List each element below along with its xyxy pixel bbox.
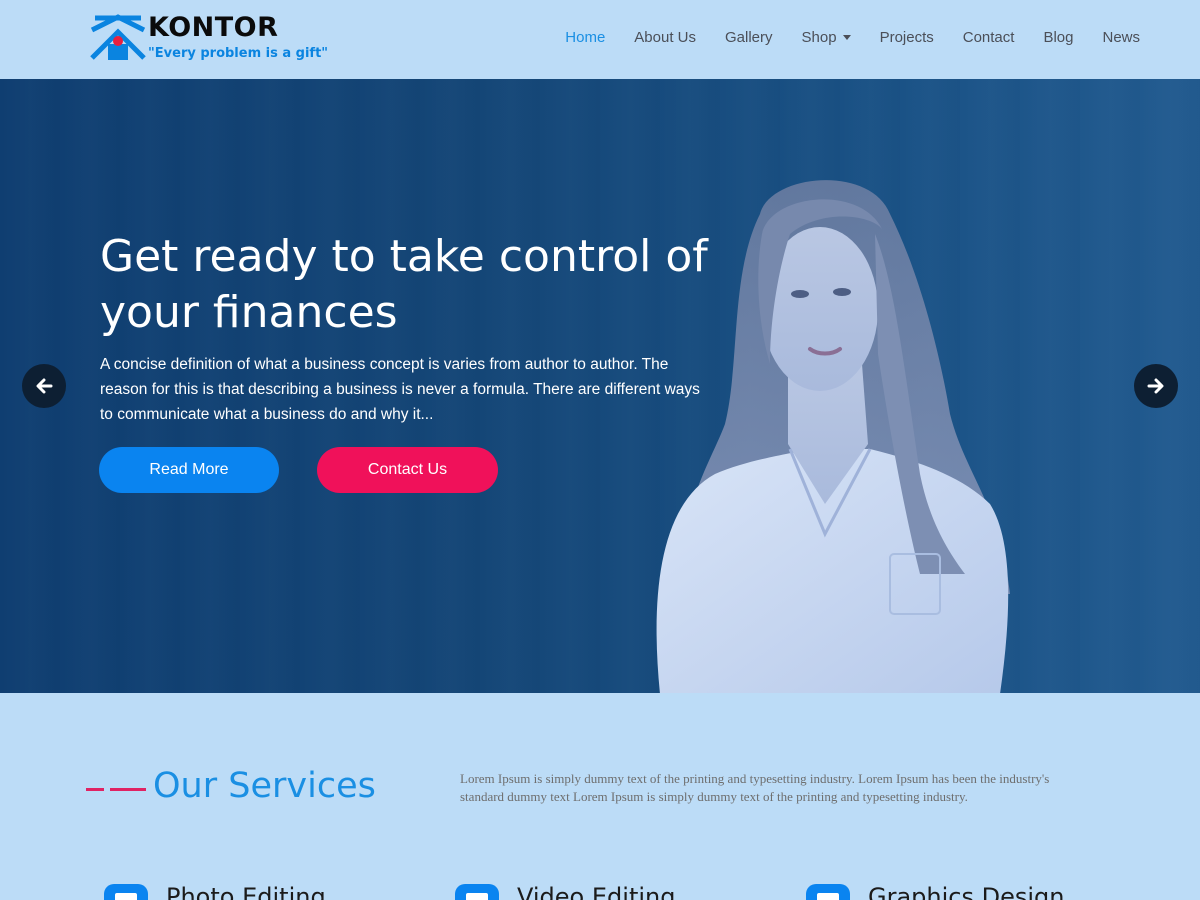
nav-shop-label: Shop xyxy=(801,29,837,46)
service-label: Video Editing xyxy=(517,883,676,900)
chevron-down-icon xyxy=(842,35,851,40)
nav-shop[interactable]: Shop xyxy=(802,29,851,46)
nav-news[interactable]: News xyxy=(1102,29,1140,46)
section-dash-decoration xyxy=(86,788,146,791)
nav-blog[interactable]: Blog xyxy=(1043,29,1073,46)
service-label: Graphics Design xyxy=(868,883,1065,900)
service-label: Photo Editing xyxy=(166,883,326,900)
video-icon xyxy=(455,884,499,900)
logo-house-icon xyxy=(90,14,146,60)
brand-name: KONTOR xyxy=(148,12,279,43)
nav-projects[interactable]: Projects xyxy=(880,29,934,46)
arrow-left-icon xyxy=(36,378,53,394)
service-video-editing[interactable]: Video Editing xyxy=(455,884,675,900)
hero-description: A concise definition of what a business … xyxy=(100,356,700,423)
hero-title: Get ready to take control of your financ… xyxy=(100,231,708,338)
service-photo-editing[interactable]: Photo Editing xyxy=(104,884,326,900)
slider-next-button[interactable] xyxy=(1134,364,1178,408)
design-icon xyxy=(806,884,850,900)
service-graphics-design[interactable]: Graphics Design xyxy=(806,884,1064,900)
brand-tagline: "Every problem is a gift" xyxy=(148,46,329,61)
nav-contact[interactable]: Contact xyxy=(963,29,1015,46)
photo-icon xyxy=(104,884,148,900)
site-logo[interactable]: KONTOR "Every problem is a gift" xyxy=(90,12,330,68)
slider-prev-button[interactable] xyxy=(22,364,66,408)
main-navigation: Home About Us Gallery Shop Projects Cont… xyxy=(536,29,1140,46)
site-header: KONTOR "Every problem is a gift" Home Ab… xyxy=(0,0,1200,79)
nav-gallery[interactable]: Gallery xyxy=(725,29,773,46)
nav-home[interactable]: Home xyxy=(565,29,605,46)
contact-us-button[interactable]: Contact Us xyxy=(317,447,498,493)
hero-slider: Get ready to take control of your financ… xyxy=(0,79,1200,693)
services-heading: Our Services xyxy=(153,766,376,806)
nav-about-us[interactable]: About Us xyxy=(634,29,696,46)
services-description: Lorem Ipsum is simply dummy text of the … xyxy=(460,771,1050,804)
read-more-button[interactable]: Read More xyxy=(99,447,279,493)
arrow-right-icon xyxy=(1147,378,1164,394)
